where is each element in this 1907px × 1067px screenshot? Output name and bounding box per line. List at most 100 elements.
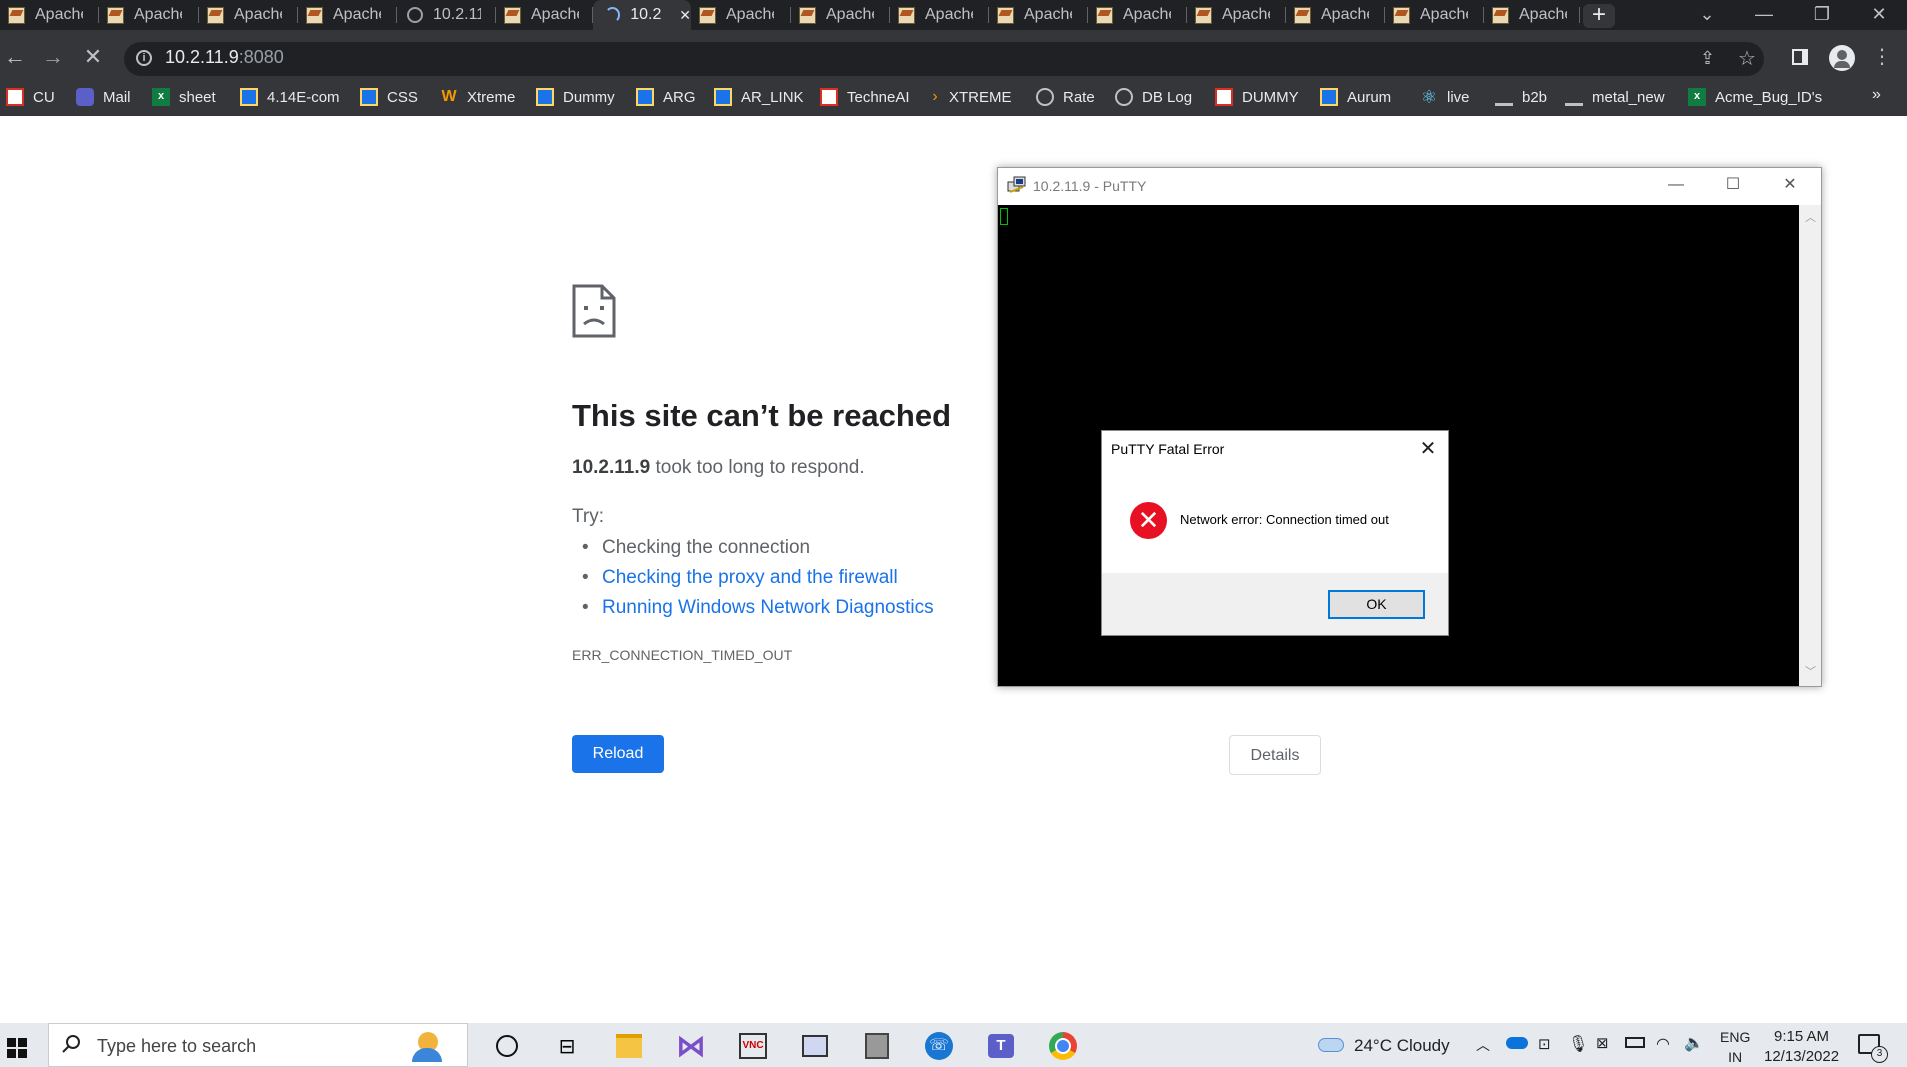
teams-icon[interactable]: T [984,1029,1018,1063]
taskbar-clock[interactable]: 9:15 AM 12/13/2022 [1764,1027,1839,1067]
wifi-icon[interactable]: ◠ [1656,1034,1670,1054]
details-button[interactable]: Details [1229,735,1321,775]
tab-9[interactable]: Apache [890,0,989,30]
search-highlight-icon[interactable] [400,1030,460,1062]
chrome-icon[interactable] [1046,1029,1080,1063]
close-tab-icon[interactable]: ✕ [679,7,691,24]
dialog-close-button[interactable]: ✕ [1415,436,1441,462]
tab-14[interactable]: Apache [1385,0,1484,30]
putty-close-button[interactable]: ✕ [1770,172,1810,198]
bookmark-0[interactable]: CU [6,86,55,108]
bookmark-12[interactable]: DB Log [1115,86,1192,108]
battery-icon[interactable] [1625,1037,1645,1048]
menu-kebab-icon[interactable]: ⋮ [1872,44,1892,70]
bookmark-14[interactable]: Aurum [1320,86,1391,108]
tab-search-icon[interactable]: ⌄ [1678,0,1736,30]
apache-icon [306,6,323,24]
tab-0[interactable]: Apache [0,0,99,30]
close-window-button[interactable]: ✕ [1850,0,1907,30]
tab-12[interactable]: Apache [1187,0,1286,30]
tab-13[interactable]: Apache [1286,0,1385,30]
address-url[interactable]: 10.2.11.9:8080 [165,47,284,68]
putty-taskbar-icon[interactable] [798,1029,832,1063]
apache-icon [1096,6,1113,24]
putty-maximize-button[interactable]: ☐ [1713,172,1753,198]
onedrive-icon[interactable] [1506,1037,1528,1049]
bookmark-7[interactable]: ARG [636,86,696,108]
minimize-button[interactable]: — [1735,0,1793,30]
bookmark-3[interactable]: 4.14E-com [240,86,340,108]
scroll-up-icon[interactable]: ︿ [1805,209,1816,225]
tab-1[interactable]: Apache [99,0,199,30]
windows-start-icon[interactable] [7,1038,27,1058]
bookmark-15[interactable]: ⚛ live [1420,86,1470,108]
tab-2[interactable]: Apache [199,0,298,30]
vnc-viewer-icon[interactable]: VNC [736,1029,770,1063]
suggestion-check-proxy-link[interactable]: Checking the proxy and the firewall [582,567,898,589]
side-panel-icon[interactable] [1792,49,1808,65]
bookmark-label: sheet [179,88,216,106]
tab-11[interactable]: Apache [1088,0,1187,30]
tab-7[interactable]: Apache [691,0,791,30]
forward-button[interactable]: → [40,45,66,71]
language-indicator[interactable]: ENG IN [1720,1027,1750,1067]
weather-text[interactable]: 24°C Cloudy [1354,1036,1450,1056]
bookmark-label: CU [33,88,55,106]
bookmark-18[interactable]: x Acme_Bug_ID's [1688,86,1822,108]
bookmark-star-icon[interactable]: ☆ [1738,46,1760,70]
microphone-icon[interactable]: 🎙 [1568,1034,1588,1054]
scroll-down-icon[interactable]: ﹀ [1805,663,1816,679]
volume-icon[interactable]: 🔈 [1684,1033,1704,1053]
stop-loading-button[interactable]: ✕ [80,45,106,71]
bookmark-10[interactable]: › XTREME [930,86,1011,108]
tray-app-icon[interactable]: ⊡ [1538,1035,1551,1053]
clock-time: 9:15 AM [1774,1028,1830,1045]
more-bookmarks-button[interactable]: » [1872,86,1881,104]
tab-label: Apache [1321,6,1369,23]
bookmark-5[interactable]: W Xtreme [440,86,515,108]
task-view-icon[interactable]: ⊟ [550,1029,584,1063]
tab-15[interactable]: Apache [1484,0,1580,30]
putty-scrollbar[interactable]: ︿ ﹀ [1799,205,1821,686]
tab-label: Apache [35,6,83,23]
profile-avatar-icon[interactable] [1829,45,1855,71]
tab-3[interactable]: Apache [298,0,397,30]
tab-label: Apache [726,6,774,23]
reload-button[interactable]: Reload [572,735,664,773]
putty-minimize-button[interactable]: — [1656,172,1696,198]
tab-10[interactable]: Apache [989,0,1088,30]
site-info-icon[interactable]: i [136,50,152,66]
tray-overflow-chevron-icon[interactable]: ︿ [1476,1035,1490,1055]
cortana-icon[interactable] [490,1029,524,1063]
phone-app-icon[interactable]: ☏ [922,1029,956,1063]
tab-4[interactable]: 10.2.11 [397,0,496,30]
tab-label: Apache [531,6,579,23]
bookmark-17[interactable]: metal_new [1565,86,1665,108]
apache-icon [1393,6,1410,24]
suggestion-network-diagnostics-link[interactable]: Running Windows Network Diagnostics [582,597,934,619]
new-tab-button[interactable]: + [1583,3,1615,28]
bookmark-1[interactable]: Mail [76,86,131,108]
address-bar[interactable] [124,42,1764,76]
bookmark-13[interactable]: DUMMY [1215,86,1299,108]
bookmark-9[interactable]: TechneAI [820,86,910,108]
bookmark-6[interactable]: Dummy [536,86,615,108]
tab-8[interactable]: Apache [791,0,890,30]
error-x-icon: ✕ [1130,502,1167,539]
tab-6[interactable]: 10.2 ✕ [593,0,691,30]
restore-button[interactable]: ❐ [1793,0,1851,30]
share-icon[interactable]: ⇪ [1700,48,1722,70]
file-explorer-icon[interactable] [612,1029,646,1063]
bookmark-16[interactable]: b2b [1495,86,1547,108]
visual-studio-icon[interactable]: ⋈ [674,1029,708,1063]
network-app-icon[interactable] [860,1029,894,1063]
back-button[interactable]: ← [2,45,28,71]
bookmark-4[interactable]: CSS [360,86,418,108]
display-settings-icon[interactable]: ⊠ [1596,1034,1609,1052]
bookmark-11[interactable]: Rate [1036,86,1095,108]
bookmark-label: live [1447,88,1470,106]
bookmark-2[interactable]: x sheet [152,86,216,108]
bookmark-8[interactable]: AR_LINK [714,86,804,108]
tab-5[interactable]: Apache [496,0,593,30]
dialog-ok-button[interactable]: OK [1328,590,1425,619]
